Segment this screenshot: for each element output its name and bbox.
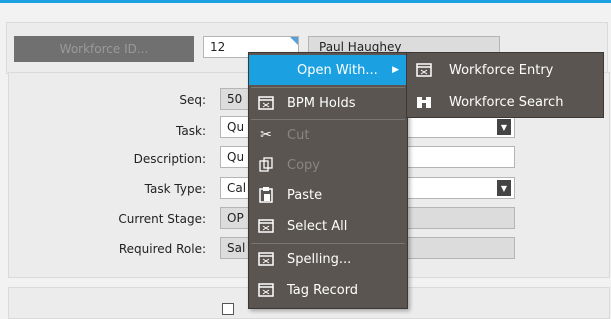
menu-item-label: Copy: [287, 157, 320, 173]
window-icon: [257, 250, 275, 268]
copy-icon: [257, 156, 275, 174]
submenu-arrow-icon: ▶: [392, 65, 399, 75]
menu-item-cut[interactable]: ✂ Cut: [249, 120, 407, 150]
current-stage-label: Current Stage:: [118, 212, 206, 226]
task-label: Task:: [176, 124, 206, 138]
menu-item-label: BPM Holds: [287, 95, 356, 111]
window-icon: [257, 217, 275, 235]
task-value: Qu: [227, 120, 245, 134]
workforce-id-button[interactable]: Workforce ID...: [14, 36, 194, 62]
task-dropdown-icon[interactable]: ▼: [497, 119, 511, 135]
menu-item-bpm-holds[interactable]: BPM Holds: [249, 88, 407, 118]
required-role-value: Sal: [227, 241, 246, 255]
task-type-label: Task Type:: [144, 182, 206, 196]
required-role-label: Required Role:: [118, 242, 206, 256]
current-stage-value: OP: [227, 211, 244, 225]
menu-item-label: Open With...: [297, 62, 378, 78]
top-accent-bar: [0, 0, 611, 3]
seq-field[interactable]: 50: [220, 88, 250, 110]
menu-item-tag-record[interactable]: Tag Record: [249, 275, 407, 305]
submenu-item-label: Workforce Entry: [449, 62, 554, 78]
seq-label: Seq:: [179, 93, 206, 107]
task-type-dropdown-icon[interactable]: ▼: [497, 180, 511, 196]
context-menu: Open With... ▶ BPM Holds ✂ Cut Copy Past…: [248, 52, 408, 309]
menu-item-label: Paste: [287, 187, 323, 203]
description-label: Description:: [133, 152, 206, 166]
menu-item-copy[interactable]: Copy: [249, 150, 407, 180]
menu-item-open-with[interactable]: Open With... ▶: [249, 55, 407, 85]
description-value: Qu: [227, 150, 245, 164]
menu-item-label: Tag Record: [287, 282, 359, 298]
paste-icon: [257, 186, 275, 204]
field-indicator-icon: [290, 37, 298, 45]
open-with-submenu: Workforce Entry Workforce Search: [406, 52, 604, 118]
menu-item-label: Select All: [287, 218, 348, 234]
window-icon: [257, 281, 275, 299]
menu-item-paste[interactable]: Paste: [249, 180, 407, 210]
scissors-icon: ✂: [260, 127, 272, 143]
window-icon: [415, 61, 433, 79]
workforce-id-value: 12: [210, 40, 226, 54]
checkbox[interactable]: [222, 303, 234, 315]
binoculars-icon: [415, 93, 433, 111]
menu-item-select-all[interactable]: Select All: [249, 211, 407, 241]
submenu-item-label: Workforce Search: [449, 94, 564, 110]
submenu-item-workforce-entry[interactable]: Workforce Entry: [407, 55, 603, 85]
task-type-value: Cal: [227, 181, 247, 195]
submenu-item-workforce-search[interactable]: Workforce Search: [407, 87, 603, 117]
menu-item-spelling[interactable]: Spelling...: [249, 244, 407, 274]
menu-item-label: Cut: [287, 127, 310, 143]
open-with-icon: [257, 61, 275, 79]
window-icon: [257, 94, 275, 112]
menu-item-label: Spelling...: [287, 251, 352, 267]
